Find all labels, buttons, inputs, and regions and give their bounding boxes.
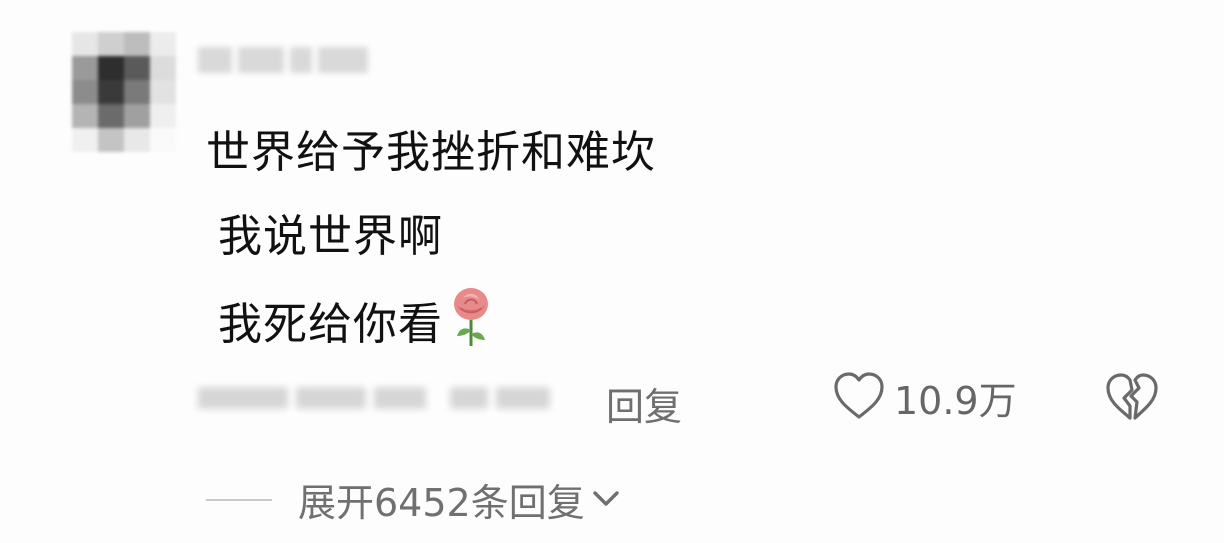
expand-replies-label: 展开6452条回复 xyxy=(298,481,585,525)
comment-text: 我死给你看 xyxy=(218,299,443,350)
comment-meta xyxy=(198,378,558,418)
comment-text-line: 我死给你看 xyxy=(218,286,493,359)
rose-icon xyxy=(449,286,493,359)
comment-text-line: 世界给予我挫折和难坎 xyxy=(206,127,656,178)
comment-text-line: 我说世界啊 xyxy=(218,211,443,262)
expand-replies[interactable]: 展开6452条回复 xyxy=(206,472,621,527)
dislike-button[interactable] xyxy=(1104,372,1160,426)
avatar[interactable] xyxy=(72,32,176,152)
broken-heart-icon xyxy=(1104,373,1160,426)
like-count: 10.9万 xyxy=(894,379,1017,423)
comment-item: 世界给予我挫折和难坎 我说世界啊 我死给你看 回复 10.9万 展开6452条回… xyxy=(0,0,1224,543)
like-button[interactable]: 10.9万 xyxy=(832,370,1017,425)
heart-outline-icon xyxy=(832,371,886,425)
reply-button[interactable]: 回复 xyxy=(606,376,682,431)
chevron-down-icon xyxy=(591,487,621,513)
username[interactable] xyxy=(198,40,378,80)
divider xyxy=(206,498,272,501)
